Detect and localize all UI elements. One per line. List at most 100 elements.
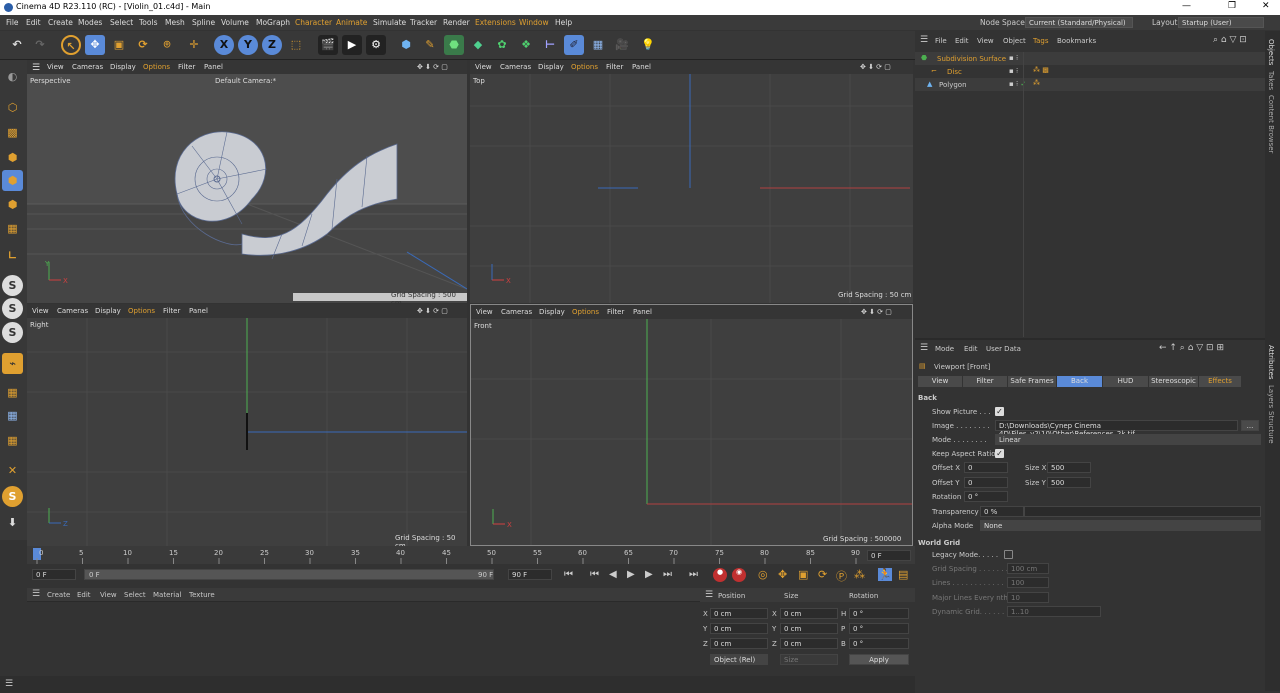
menu-mesh[interactable]: Mesh [165, 18, 185, 27]
tab-effects[interactable]: Effects [1199, 376, 1241, 387]
apply-button[interactable]: Apply [849, 654, 909, 665]
attr-menu-user-data[interactable]: User Data [986, 345, 1021, 353]
vp-menu-filter[interactable]: Filter [163, 307, 180, 315]
coordinate-system-icon[interactable]: ⬚ [286, 35, 306, 55]
menu-mograph[interactable]: MoGraph [256, 18, 290, 27]
texture-mode-icon[interactable]: ▩ [2, 122, 23, 143]
browse-button[interactable]: ... [1241, 420, 1259, 431]
menu-spline[interactable]: Spline [192, 18, 215, 27]
legacy-mode-checkbox[interactable] [1004, 550, 1013, 559]
size-x-field[interactable]: 500 [1047, 462, 1091, 473]
vp-menu-cameras[interactable]: Cameras [72, 63, 103, 71]
recent-tools-icon[interactable]: ⌾ [157, 35, 177, 55]
tweak-icon[interactable]: ✕ [2, 460, 23, 481]
obj-menu-file[interactable]: File [935, 37, 947, 45]
mat-menu-create[interactable]: Create [47, 591, 70, 599]
vp-menu-panel[interactable]: Panel [633, 308, 652, 316]
obj-menu-tags[interactable]: Tags [1033, 37, 1049, 45]
snap-settings-icon[interactable]: S [2, 298, 23, 319]
hamburger-icon[interactable]: ☰ [920, 35, 928, 45]
viewport-solo-icon[interactable]: ▦ [2, 405, 23, 426]
obj-menu-edit[interactable]: Edit [955, 37, 969, 45]
close-icon[interactable]: ✕ [1262, 1, 1270, 11]
hamburger-icon[interactable]: ☰ [5, 679, 13, 689]
obj-menu-object[interactable]: Object [1003, 37, 1026, 45]
viewport-perspective[interactable]: ☰ View Cameras Display Options Filter Pa… [27, 60, 467, 303]
rotation-b-field[interactable]: 0 ° [849, 638, 909, 649]
goto-end-icon[interactable]: ⏭ [689, 569, 698, 580]
mat-menu-view[interactable]: View [100, 591, 117, 599]
spline-snap-icon[interactable]: S [2, 486, 23, 507]
polygons-mode-icon[interactable]: ⬢ [2, 194, 23, 215]
position-x-field[interactable]: 0 cm [710, 608, 768, 619]
visibility-icon[interactable]: ▪ ⁝ [1009, 67, 1018, 75]
position-y-field[interactable]: 0 cm [710, 623, 768, 634]
end-frame-field[interactable]: 90 F [508, 569, 552, 580]
grid-spacing-field[interactable]: 100 cm [1007, 563, 1049, 574]
model-mode-icon[interactable]: ⬡ [2, 97, 23, 118]
dynamic-grid-dropdown[interactable]: 1..10 [1007, 606, 1101, 617]
mat-menu-texture[interactable]: Texture [189, 591, 215, 599]
render-settings-icon[interactable]: ⚙ [366, 35, 386, 55]
visibility-icon[interactable]: ▪ ⁝ [1009, 54, 1018, 62]
keyframe-selection-icon[interactable]: ◎ [758, 568, 768, 581]
light-icon[interactable]: 💡 [638, 35, 658, 55]
side-tab-content-browser[interactable]: Content Browser [1267, 95, 1275, 153]
floor-icon[interactable]: ▦ [588, 35, 608, 55]
vp-menu-cameras[interactable]: Cameras [57, 307, 88, 315]
menu-tracker[interactable]: Tracker [410, 18, 437, 27]
tag-icon[interactable]: ⁂ ▩ [1033, 66, 1049, 74]
key-pla-icon[interactable]: ⁂ [854, 568, 865, 581]
redo-icon[interactable]: ↷ [30, 35, 50, 55]
workplane-icon[interactable]: ∟ [2, 245, 23, 266]
object-row[interactable]: ⬣ Subdivision Surface ▪ ⁝ [915, 52, 1265, 65]
menu-volume[interactable]: Volume [221, 18, 249, 27]
pen-icon[interactable]: ✎ [420, 35, 440, 55]
attr-menu-edit[interactable]: Edit [964, 345, 978, 353]
vp-menu-panel[interactable]: Panel [632, 63, 651, 71]
size-z-field[interactable]: 0 cm [780, 638, 838, 649]
tag-icon[interactable]: ⁂ [1033, 79, 1040, 87]
viewport-top[interactable]: View Cameras Display Options Filter Pane… [470, 60, 913, 303]
obj-menu-view[interactable]: View [977, 37, 994, 45]
major-lines-field[interactable]: 10 [1007, 592, 1049, 603]
timeline-ruler[interactable]: 0 5 10 15 20 25 30 35 40 45 50 55 60 65 … [27, 546, 915, 564]
next-key-icon[interactable]: ⏭ [663, 569, 672, 580]
key-scale-icon[interactable]: ▣ [798, 568, 808, 581]
render-picture-viewer-icon[interactable]: ▶ [342, 35, 362, 55]
cube-icon[interactable]: ⬢ [396, 35, 416, 55]
viewport-right[interactable]: View Cameras Display Options Filter Pane… [27, 304, 467, 546]
vp-menu-cameras[interactable]: Cameras [501, 308, 532, 316]
menu-edit[interactable]: Edit [26, 18, 41, 27]
side-tab-structure[interactable]: Structure [1267, 411, 1275, 444]
offset-y-field[interactable]: 0 [964, 477, 1008, 488]
object-name[interactable]: Subdivision Surface [937, 55, 1006, 63]
size-mode-dropdown[interactable]: Size [780, 654, 838, 665]
axis-icon[interactable]: ✛ [184, 35, 204, 55]
rotate-tool-icon[interactable]: ⟳ [133, 35, 153, 55]
vp-menu-filter[interactable]: Filter [178, 63, 195, 71]
viewport-nav-icons[interactable]: ✥ ⬇ ⟳ ▢ [860, 63, 891, 71]
size-y-field[interactable]: 0 cm [780, 623, 838, 634]
vp-menu-options[interactable]: Options [572, 308, 599, 316]
lock-icon[interactable]: ⬇ [2, 512, 23, 533]
undo-icon[interactable]: ↶ [7, 35, 27, 55]
menu-file[interactable]: File [6, 18, 19, 27]
vp-menu-view[interactable]: View [47, 63, 64, 71]
side-tab-layers[interactable]: Layers [1267, 385, 1275, 408]
camera-icon[interactable]: 🎥 [612, 35, 632, 55]
prev-frame-icon[interactable]: ◀ [609, 569, 617, 580]
magnet-icon[interactable]: ⌁ [2, 353, 23, 374]
transparency-slider[interactable] [1024, 506, 1261, 517]
frame-range-slider[interactable] [84, 569, 494, 580]
alpha-mode-dropdown[interactable]: None [980, 520, 1261, 531]
menu-tools[interactable]: Tools [139, 18, 157, 27]
menu-modes[interactable]: Modes [78, 18, 102, 27]
play-icon[interactable]: ▶ [627, 569, 635, 580]
side-tab-takes[interactable]: Takes [1267, 71, 1275, 90]
uv-mode-icon[interactable]: ▦ [2, 218, 23, 239]
vp-menu-panel[interactable]: Panel [189, 307, 208, 315]
node-space-dropdown[interactable]: Current (Standard/Physical) [1025, 17, 1133, 28]
mat-menu-edit[interactable]: Edit [77, 591, 91, 599]
vp-menu-options[interactable]: Options [571, 63, 598, 71]
